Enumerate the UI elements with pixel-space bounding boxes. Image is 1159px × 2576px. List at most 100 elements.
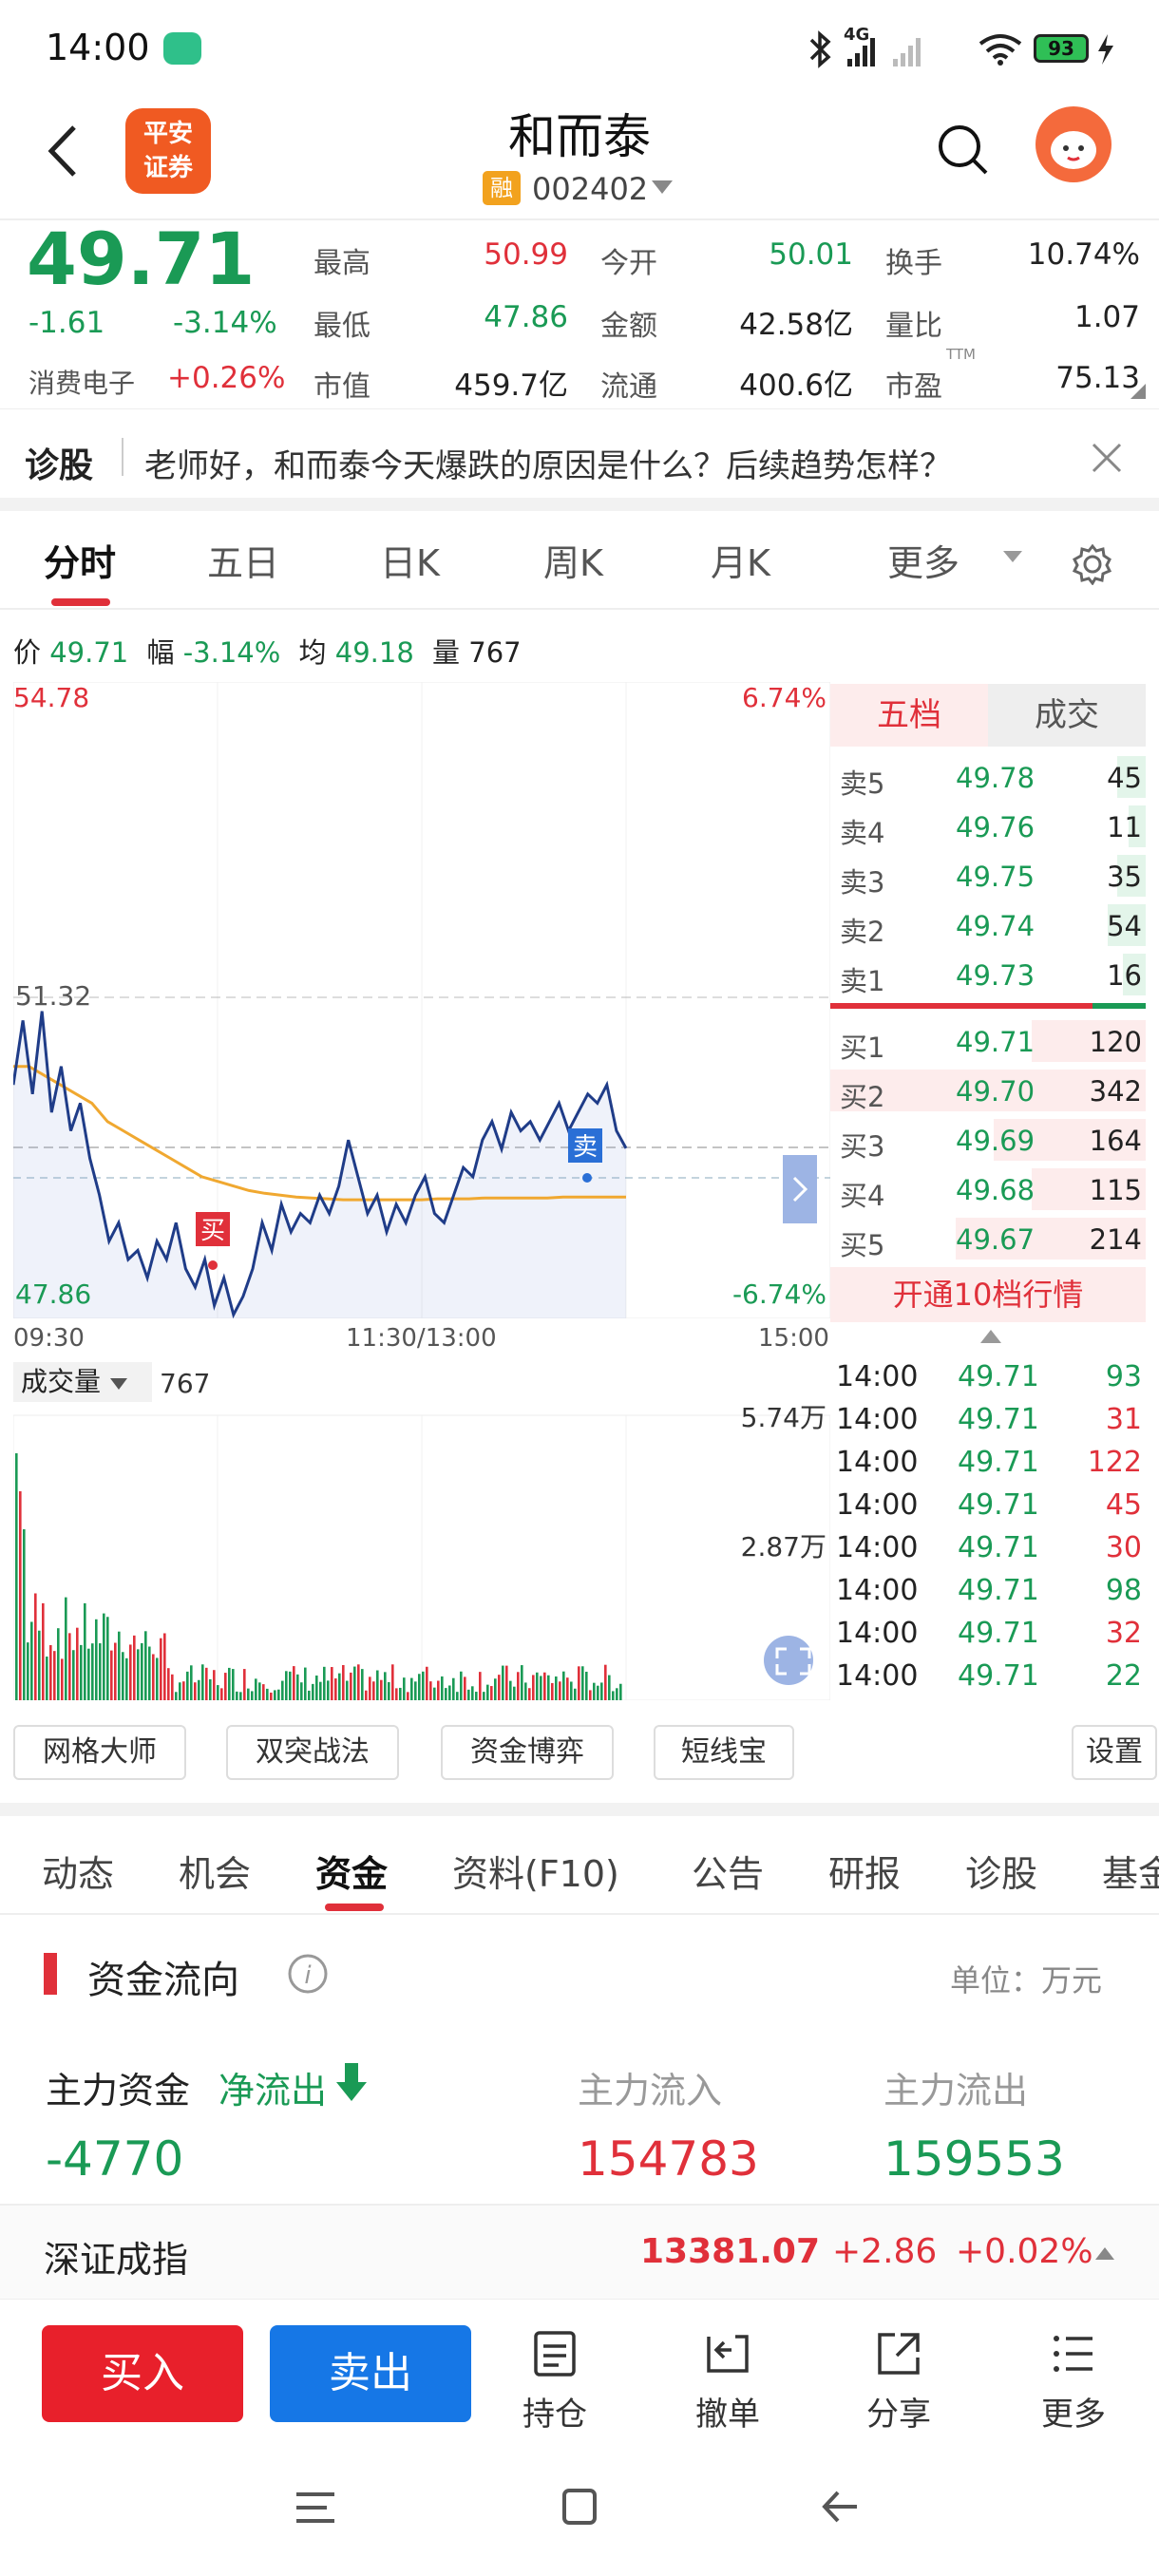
bid-row[interactable]: 买1 49.71 120 (830, 1016, 1146, 1066)
corner-expand-icon[interactable] (1130, 384, 1146, 399)
ask-row[interactable]: 卖3 49.75 35 (830, 851, 1146, 900)
volume-bar (566, 1677, 569, 1700)
section-tab[interactable]: 资料(F10) (452, 1845, 619, 1897)
trade-list[interactable]: 14:00 49.71 93 14:00 49.71 31 14:00 49.71 122 14:… (830, 1354, 1146, 1706)
net-outflow-label: 净流出 (218, 2070, 328, 2112)
volume-bar (570, 1681, 573, 1700)
avatar[interactable] (1036, 106, 1112, 182)
section-tab[interactable]: 动态 (42, 1845, 114, 1897)
section-tab[interactable]: 诊股 (965, 1845, 1037, 1897)
ask-row[interactable]: 卖4 49.76 11 (830, 802, 1146, 851)
volume-bar (114, 1642, 117, 1700)
index-pct: +0.02% (956, 2232, 1093, 2271)
stock-code[interactable]: 002402 (532, 171, 648, 207)
signal-icon (847, 38, 921, 66)
section-tab[interactable]: 资金 (315, 1845, 388, 1897)
more-dropdown-icon[interactable] (1001, 549, 1024, 564)
section-tab[interactable]: 公告 (692, 1845, 764, 1897)
ask-row[interactable]: 卖5 49.78 45 (830, 752, 1146, 802)
fullscreen-icon[interactable] (764, 1636, 813, 1685)
volume-bar (205, 1667, 208, 1700)
section-marker (44, 1953, 57, 1995)
nav-back-icon[interactable] (819, 2487, 861, 2527)
volume-bar (289, 1671, 292, 1700)
section-tab[interactable]: 机会 (179, 1845, 251, 1897)
bid-row[interactable]: 买5 49.67 214 (830, 1214, 1146, 1263)
tool-button[interactable]: 资金博弈 (441, 1725, 614, 1780)
section-tab[interactable]: 基金 (1102, 1845, 1159, 1897)
index-name: 深证成指 (44, 2239, 189, 2281)
cancel-order-button[interactable]: 撤单 (671, 2329, 785, 2434)
chart-tab[interactable]: 分时 (44, 534, 116, 586)
open-10-level-button[interactable]: 开通10档行情 (830, 1267, 1146, 1322)
level-volume: 45 (1107, 762, 1142, 794)
volume-bar (517, 1672, 520, 1700)
chart-tab[interactable]: 月K (711, 534, 770, 586)
sell-button[interactable]: 卖出 (270, 2325, 471, 2422)
info-icon[interactable]: i (287, 1953, 329, 1995)
trade-volume: 45 (1105, 1488, 1142, 1522)
holdings-button[interactable]: 持仓 (498, 2329, 612, 2434)
bid-row[interactable]: 买2 49.70 342 (830, 1066, 1146, 1115)
chart-tab[interactable]: 更多 (887, 534, 960, 586)
volume-chart[interactable]: 5.74万 2.87万 (13, 1368, 830, 1700)
volume-bar (91, 1643, 94, 1700)
volume-bar (547, 1675, 550, 1700)
trade-price: 49.71 (958, 1446, 1039, 1479)
level-label: 卖3 (840, 866, 885, 899)
nav-menu-icon[interactable] (293, 2489, 338, 2527)
tool-button[interactable]: 双突战法 (226, 1725, 399, 1780)
chart-tab[interactable]: 日K (380, 534, 440, 586)
ask-row[interactable]: 卖2 49.74 54 (830, 900, 1146, 950)
more-button[interactable]: 更多 (1016, 2329, 1130, 2434)
ask-row[interactable]: 卖1 49.73 16 (830, 950, 1146, 999)
volume-bar (19, 1491, 22, 1700)
bluetooth-icon (809, 30, 831, 68)
quote-label: 量比 (885, 310, 942, 343)
level-label: 买4 (840, 1180, 885, 1212)
tool-button[interactable]: 网格大师 (13, 1725, 186, 1780)
expand-orderbook-tab[interactable] (783, 1155, 817, 1223)
trade-time: 14:00 (836, 1360, 919, 1393)
status-bar: 14:00 4G 93 (0, 0, 1159, 95)
fund-flow-title: 资金流向 (87, 1959, 239, 2002)
volume-bar (505, 1665, 508, 1700)
diagnose-bar[interactable]: 诊股 老师好，和而泰今天爆跌的原因是什么？后续趋势怎样？ (0, 408, 1159, 511)
tab-five-level[interactable]: 五档 (830, 684, 988, 747)
sector-name[interactable]: 消费电子 (28, 363, 135, 401)
tab-trades[interactable]: 成交 (988, 684, 1146, 747)
volume-bar (441, 1676, 444, 1700)
volume-bar (300, 1682, 303, 1700)
chart-tab[interactable]: 周K (543, 534, 603, 586)
volume-bar (213, 1670, 216, 1700)
volume-bar (217, 1685, 219, 1700)
trade-volume: 32 (1105, 1617, 1142, 1650)
tool-button[interactable]: 设置 (1072, 1725, 1157, 1780)
index-ticker[interactable]: 深证成指 13381.07 +2.86 +0.02% (0, 2204, 1159, 2299)
volume-bar (80, 1644, 83, 1700)
trade-row: 14:00 49.71 22 (830, 1654, 1146, 1695)
volume-bar (315, 1675, 318, 1700)
intraday-price-chart[interactable]: 54.78 6.74% 51.32 47.86 -6.74% 买 卖 (13, 682, 830, 1318)
search-icon[interactable] (937, 123, 990, 177)
trade-volume: 31 (1105, 1403, 1142, 1436)
diagnose-question[interactable]: 老师好，和而泰今天爆跌的原因是什么？后续趋势怎样？ (144, 440, 952, 486)
trade-volume: 122 (1087, 1446, 1142, 1479)
bid-row[interactable]: 买4 49.68 115 (830, 1165, 1146, 1214)
level-volume: 120 (1089, 1026, 1142, 1058)
bid-row[interactable]: 买3 49.69 164 (830, 1115, 1146, 1165)
scroll-up-icon[interactable] (978, 1328, 1003, 1345)
share-button[interactable]: 分享 (842, 2329, 956, 2434)
buy-button[interactable]: 买入 (42, 2325, 243, 2422)
nav-home-icon[interactable] (560, 2487, 598, 2527)
tool-button[interactable]: 短线宝 (654, 1725, 794, 1780)
close-icon[interactable] (1091, 442, 1123, 474)
back-icon[interactable] (44, 122, 82, 180)
quote-label: 最高 (314, 247, 370, 280)
settings-gear-icon[interactable] (1072, 543, 1113, 585)
volume-bar (304, 1667, 307, 1700)
chart-tab[interactable]: 五日 (207, 534, 279, 586)
y-max-label: 54.78 (13, 682, 89, 713)
section-tab[interactable]: 研报 (828, 1845, 901, 1897)
dropdown-icon[interactable] (650, 179, 674, 196)
